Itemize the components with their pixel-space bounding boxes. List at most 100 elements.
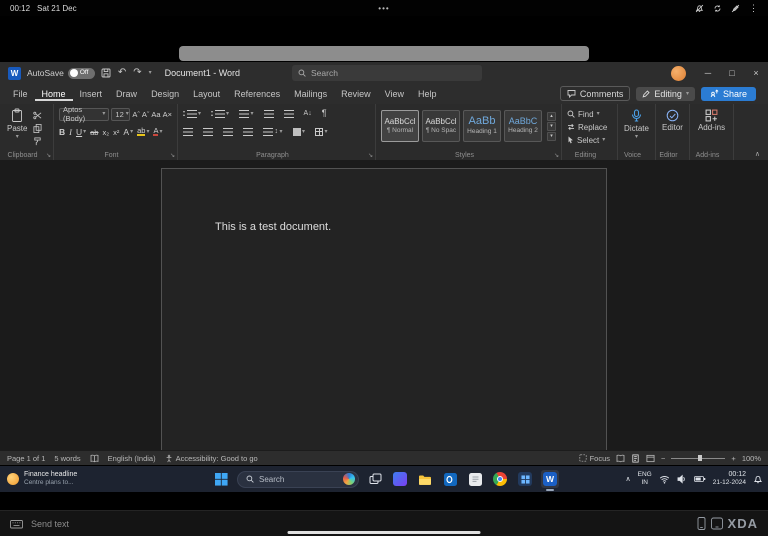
multilevel-list-button[interactable]: ▾ xyxy=(239,109,254,118)
strikethrough-button[interactable]: ab xyxy=(90,129,98,137)
decrease-indent-button[interactable] xyxy=(263,109,274,118)
addins-button[interactable]: Add-ins xyxy=(695,108,728,132)
styles-scroll-up-button[interactable]: ▴ xyxy=(547,111,556,121)
language-switcher[interactable]: ENG IN xyxy=(638,471,652,487)
office-app-button[interactable] xyxy=(466,470,484,488)
font-family-select[interactable]: Aptos (Body) ▾ xyxy=(59,105,110,123)
find-button[interactable]: Find ▾ xyxy=(567,108,612,121)
task-view-button[interactable] xyxy=(366,470,384,488)
styles-more-button[interactable]: ▾ xyxy=(547,131,556,141)
grow-font-button[interactable]: Aˆ xyxy=(132,111,140,119)
paste-button[interactable]: Paste ▾ xyxy=(5,108,29,146)
subscript-button[interactable]: x₂ xyxy=(102,129,109,137)
italic-button[interactable]: I xyxy=(69,128,72,137)
tab-references[interactable]: References xyxy=(227,86,287,101)
proofing-icon[interactable] xyxy=(90,454,99,463)
word-taskbar-button[interactable]: W xyxy=(541,470,559,488)
volume-icon[interactable] xyxy=(677,474,687,484)
send-text-input[interactable]: Send text xyxy=(31,519,69,529)
widgets-button[interactable]: Finance headline Centre plans to... xyxy=(0,471,200,487)
styles-scroll-down-button[interactable]: ▾ xyxy=(547,121,556,131)
tab-draw[interactable]: Draw xyxy=(109,86,144,101)
superscript-button[interactable]: x² xyxy=(113,129,119,137)
line-spacing-button[interactable]: ↕ ▾ xyxy=(263,127,283,136)
page-indicator[interactable]: Page 1 of 1 xyxy=(7,454,45,463)
borders-button[interactable]: ▾ xyxy=(315,127,328,136)
sort-button[interactable]: A↓ xyxy=(304,110,312,117)
tab-help[interactable]: Help xyxy=(411,86,444,101)
collapse-ribbon-button[interactable]: ∧ xyxy=(755,150,760,158)
document-page[interactable]: This is a test document. xyxy=(161,167,607,451)
language-indicator[interactable]: English (India) xyxy=(108,454,156,463)
zoom-slider[interactable] xyxy=(671,455,726,462)
increase-indent-button[interactable] xyxy=(283,109,294,118)
avatar[interactable] xyxy=(671,65,686,81)
tab-home[interactable]: Home xyxy=(35,86,73,101)
document-text[interactable]: This is a test document. xyxy=(215,221,556,233)
editing-mode-button[interactable]: Editing ▾ xyxy=(636,86,695,101)
font-color-button[interactable]: A ▾ xyxy=(153,127,162,137)
tab-insert[interactable]: Insert xyxy=(73,86,110,101)
editor-button[interactable]: Editor xyxy=(661,108,684,132)
align-left-button[interactable] xyxy=(183,127,193,136)
tab-view[interactable]: View xyxy=(378,86,411,101)
highlight-button[interactable]: ab ▾ xyxy=(137,127,149,137)
tray-expand-button[interactable]: ∧ xyxy=(626,475,631,483)
chrome-button[interactable] xyxy=(491,470,509,488)
numbering-button[interactable]: ▾ xyxy=(211,109,229,118)
replace-button[interactable]: Replace xyxy=(567,121,612,134)
clear-formatting-button[interactable]: A× xyxy=(163,111,172,119)
tab-review[interactable]: Review xyxy=(334,86,378,101)
cut-icon[interactable] xyxy=(33,111,42,120)
notifications-icon[interactable] xyxy=(753,474,763,484)
zoom-out-button[interactable]: − xyxy=(661,454,665,463)
keyboard-icon[interactable] xyxy=(10,519,23,529)
focus-button[interactable]: Focus xyxy=(579,454,610,463)
maximize-button[interactable]: □ xyxy=(720,62,744,84)
zoom-level[interactable]: 100% xyxy=(742,454,761,463)
file-explorer-button[interactable] xyxy=(416,470,434,488)
zoom-slider-handle[interactable] xyxy=(698,455,703,462)
share-button[interactable]: Share xyxy=(700,86,756,101)
clock[interactable]: 00:12 21-12-2024 xyxy=(713,471,746,488)
format-painter-icon[interactable] xyxy=(33,137,42,146)
zoom-in-button[interactable]: + xyxy=(731,454,735,463)
outlook-button[interactable] xyxy=(441,470,459,488)
change-case-button[interactable]: Aa xyxy=(151,111,160,119)
style-normal[interactable]: AaBbCcl ¶ Normal xyxy=(381,109,419,142)
read-mode-button[interactable] xyxy=(616,454,625,463)
windows-app-button[interactable] xyxy=(516,470,534,488)
accessibility-status[interactable]: Accessibility: Good to go xyxy=(165,454,258,463)
style-heading-1[interactable]: AaBb Heading 1 xyxy=(463,109,501,142)
start-button[interactable] xyxy=(212,470,230,488)
text-effects-button[interactable]: A ▾ xyxy=(123,128,133,137)
taskbar-search[interactable]: Search xyxy=(237,470,359,488)
close-button[interactable]: × xyxy=(744,62,768,84)
word-count[interactable]: 5 words xyxy=(54,454,80,463)
clipboard-dialog-launcher[interactable]: ↘ xyxy=(46,152,51,159)
store-app-button[interactable] xyxy=(391,470,409,488)
justify-button[interactable] xyxy=(243,127,253,136)
wifi-icon[interactable] xyxy=(659,474,670,484)
underline-button[interactable]: U ▾ xyxy=(76,128,86,137)
tab-layout[interactable]: Layout xyxy=(186,86,227,101)
tab-file[interactable]: File xyxy=(6,86,35,101)
bold-button[interactable]: B xyxy=(59,128,65,137)
align-right-button[interactable] xyxy=(223,127,233,136)
search-input[interactable]: Search xyxy=(292,65,482,81)
tab-design[interactable]: Design xyxy=(144,86,186,101)
window-drag-handle[interactable] xyxy=(179,46,589,61)
shrink-font-button[interactable]: Aˇ xyxy=(142,111,150,119)
comments-button[interactable]: Comments xyxy=(559,86,631,102)
tab-mailings[interactable]: Mailings xyxy=(287,86,334,101)
styles-dialog-launcher[interactable]: ↘ xyxy=(554,152,559,159)
autosave-toggle[interactable]: Off xyxy=(67,67,95,79)
web-layout-button[interactable] xyxy=(646,454,655,463)
autosave-control[interactable]: AutoSave Off xyxy=(27,67,95,79)
copy-icon[interactable] xyxy=(33,123,42,133)
align-center-button[interactable] xyxy=(203,127,213,136)
undo-button[interactable]: ↶ xyxy=(118,68,126,78)
style-no-spacing[interactable]: AaBbCcl ¶ No Spac xyxy=(422,109,460,142)
print-layout-button[interactable] xyxy=(631,454,640,463)
qat-more-icon[interactable]: ▾ xyxy=(149,70,152,76)
